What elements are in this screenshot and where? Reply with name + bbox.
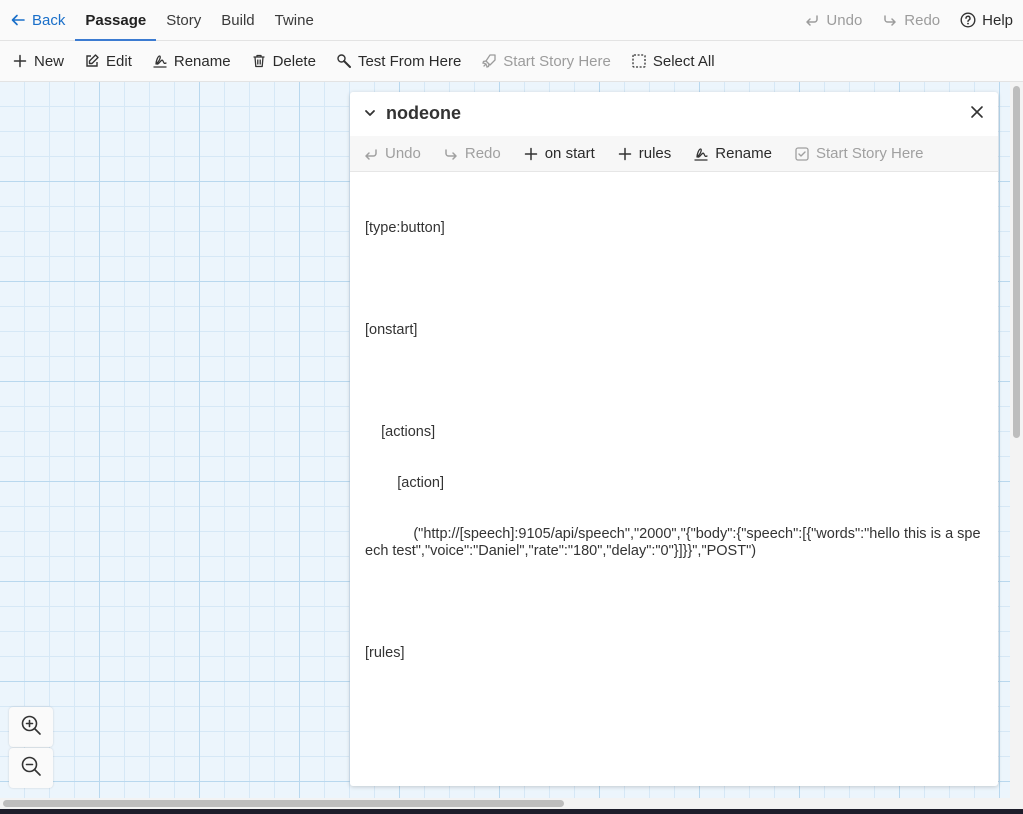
editor-line: [rules] [365, 645, 405, 661]
tab-passage[interactable]: Passage [75, 0, 157, 41]
horizontal-scrollbar-thumb[interactable] [3, 800, 564, 807]
signature-icon [152, 53, 168, 69]
dashed-square-icon [631, 53, 647, 69]
passage-edit-dialog: nodeone Undo Redo on start rules Rename … [350, 92, 998, 786]
select-all-label: Select All [652, 52, 715, 70]
editor-line: [action] [365, 475, 444, 491]
close-icon[interactable] [968, 103, 986, 121]
editor-line: ​ [365, 594, 985, 611]
back-button[interactable]: Back [0, 0, 75, 41]
rocket-icon [481, 53, 497, 69]
plus-icon [12, 53, 28, 69]
redo-icon [443, 146, 459, 162]
help-button[interactable]: Help [950, 0, 1023, 41]
tab-twine[interactable]: Twine [265, 0, 324, 41]
add-rules-button[interactable]: rules [606, 136, 683, 172]
trash-icon [251, 53, 267, 69]
select-all-button[interactable]: Select All [621, 41, 725, 82]
dialog-undo-label: Undo [385, 145, 421, 162]
plus-icon [523, 146, 539, 162]
tab-build[interactable]: Build [211, 0, 264, 41]
edit-icon [84, 53, 100, 69]
start-story-here-button[interactable]: Start Story Here [471, 41, 621, 82]
chevron-down-icon[interactable] [362, 105, 378, 121]
dialog-redo-label: Redo [464, 145, 501, 162]
new-button[interactable]: New [2, 41, 74, 82]
undo-button[interactable]: Undo [794, 0, 872, 41]
help-icon [960, 12, 976, 28]
start-story-here-label: Start Story Here [503, 52, 611, 70]
signature-icon [693, 146, 709, 162]
zoom-in-button[interactable] [9, 707, 53, 747]
undo-label: Undo [826, 11, 863, 29]
wrench-icon [336, 53, 352, 69]
dialog-rename-button[interactable]: Rename [682, 136, 783, 172]
editor-line: ​ [365, 271, 985, 288]
vertical-scrollbar-thumb[interactable] [1013, 86, 1020, 438]
zoom-in-icon [20, 714, 42, 740]
dialog-undo-button[interactable]: Undo [352, 136, 432, 172]
tab-story[interactable]: Story [156, 0, 211, 41]
help-label: Help [982, 11, 1013, 29]
checkbox-icon [794, 146, 810, 162]
undo-icon [363, 146, 379, 162]
delete-label: Delete [272, 52, 316, 70]
add-on-start-label: on start [544, 145, 595, 162]
passage-toolbar: New Edit Rename Delete Test From Here St… [0, 41, 1023, 82]
dialog-toolbar: Undo Redo on start rules Rename Start St… [350, 136, 998, 172]
edit-button[interactable]: Edit [74, 41, 142, 82]
editor-line: ("http://[speech]:9105/api/speech","2000… [365, 526, 981, 559]
add-on-start-button[interactable]: on start [512, 136, 606, 172]
dialog-header: nodeone [350, 92, 998, 134]
zoom-out-button[interactable] [9, 748, 53, 788]
undo-icon [804, 12, 820, 28]
redo-icon [882, 12, 898, 28]
test-from-here-label: Test From Here [357, 52, 462, 70]
editor-line: ​ [365, 373, 985, 390]
editor-line: [actions] [365, 424, 436, 440]
dialog-rename-label: Rename [715, 145, 772, 162]
passage-text-editor[interactable]: [type:button] ​ [onstart] ​ [actions] [a… [365, 186, 985, 696]
editor-line: [type:button] [365, 220, 445, 236]
add-rules-label: rules [638, 145, 672, 162]
arrow-left-icon [10, 12, 26, 28]
redo-label: Redo [904, 11, 941, 29]
dialog-start-story-here-button[interactable]: Start Story Here [783, 136, 935, 172]
test-from-here-button[interactable]: Test From Here [326, 41, 471, 82]
top-bar: Back Passage Story Build Twine Undo Redo… [0, 0, 1023, 41]
plus-icon [617, 146, 633, 162]
new-label: New [34, 52, 65, 70]
edit-label: Edit [106, 52, 132, 70]
dialog-start-story-here-label: Start Story Here [815, 145, 924, 162]
dialog-redo-button[interactable]: Redo [432, 136, 512, 172]
editor-line: [onstart] [365, 322, 418, 338]
rename-button[interactable]: Rename [142, 41, 241, 82]
redo-button[interactable]: Redo [872, 0, 950, 41]
rename-label: Rename [173, 52, 231, 70]
back-label: Back [32, 11, 66, 29]
delete-button[interactable]: Delete [241, 41, 326, 82]
zoom-out-icon [20, 755, 42, 781]
dialog-title: nodeone [386, 102, 461, 123]
window-bottom-edge [0, 809, 1023, 814]
